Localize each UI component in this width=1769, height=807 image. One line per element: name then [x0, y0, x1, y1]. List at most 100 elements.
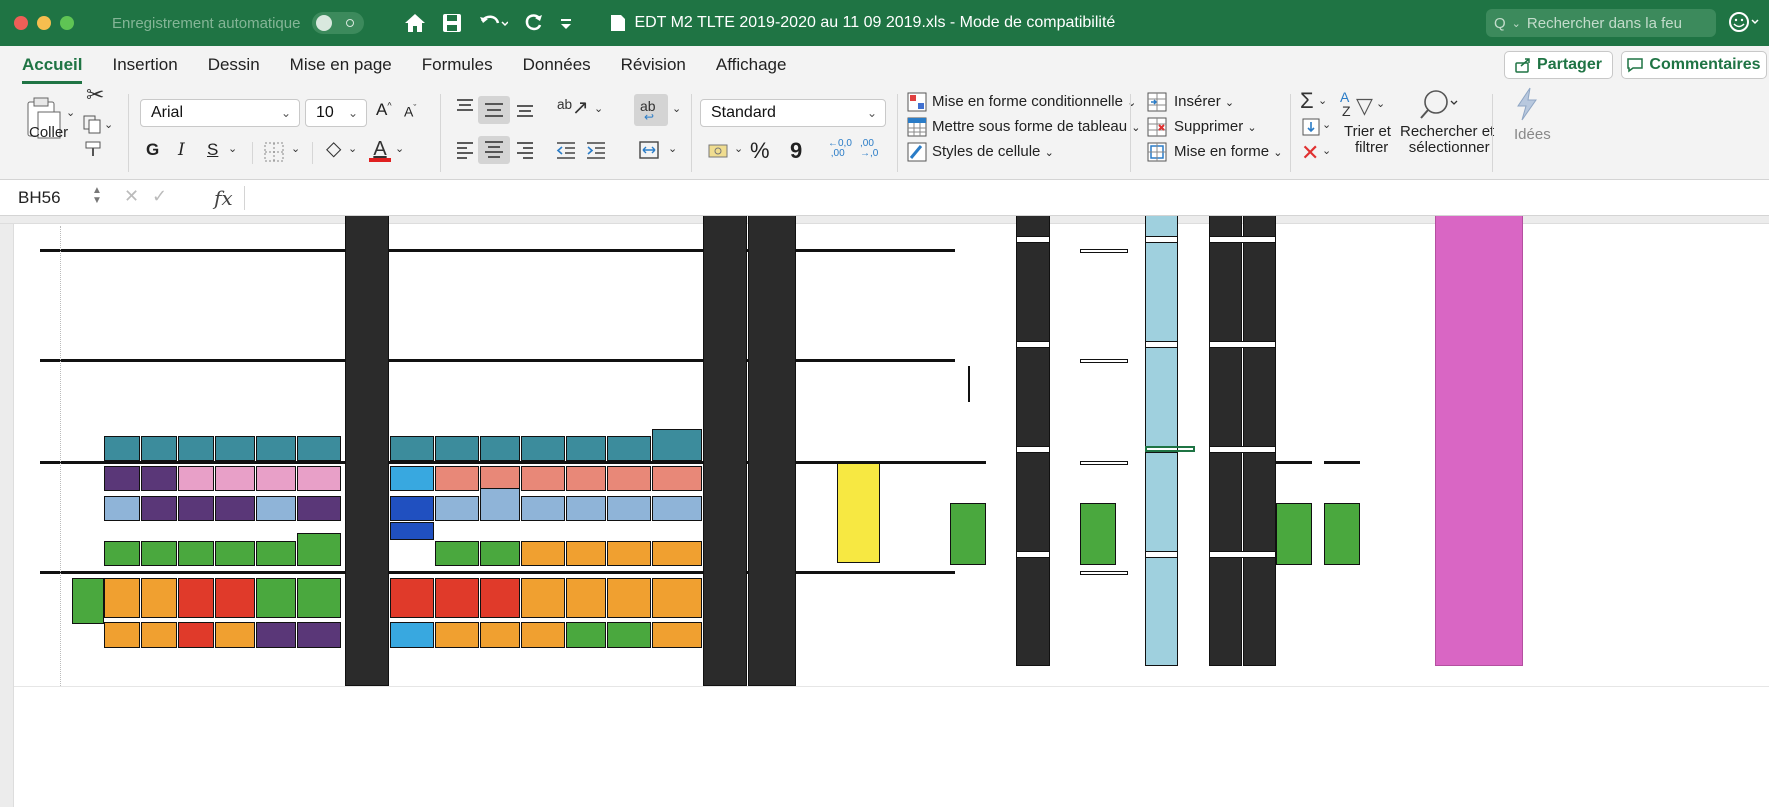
schedule-cell[interactable]: [521, 466, 565, 491]
insert-cells-icon[interactable]: [1147, 92, 1167, 112]
autosum-dropdown-icon[interactable]: ⌄: [1318, 96, 1327, 107]
clear-icon[interactable]: ✕: [1301, 142, 1319, 164]
find-select-button[interactable]: Rechercher et sélectionner: [1400, 124, 1494, 156]
comments-button[interactable]: Commentaires: [1621, 51, 1767, 79]
borders-icon[interactable]: [263, 141, 285, 163]
schedule-cell[interactable]: [256, 436, 296, 461]
thousands-separator-button[interactable]: 9: [790, 138, 802, 164]
schedule-cell[interactable]: [521, 622, 565, 648]
schedule-cell[interactable]: [141, 436, 177, 461]
font-color-icon[interactable]: A: [369, 138, 391, 162]
tab-affichage[interactable]: Affichage: [716, 55, 787, 75]
schedule-cell[interactable]: [566, 541, 606, 566]
green-event-block[interactable]: [950, 503, 986, 565]
orientation-dropdown-icon[interactable]: ⌄: [594, 104, 603, 115]
tab-accueil[interactable]: Accueil: [22, 55, 83, 84]
schedule-cell[interactable]: [607, 622, 651, 648]
schedule-cell[interactable]: [104, 466, 140, 491]
schedule-cell[interactable]: [215, 622, 255, 648]
schedule-cell[interactable]: [390, 522, 434, 540]
sheet-grid[interactable]: [0, 216, 1769, 807]
schedule-cell[interactable]: [178, 496, 214, 521]
insert-cells-button[interactable]: Insérer ⌄: [1174, 93, 1234, 110]
align-middle-button[interactable]: [478, 96, 510, 124]
minimize-window-button[interactable]: [37, 16, 51, 30]
schedule-cell[interactable]: [390, 578, 434, 618]
yellow-event-block[interactable]: [837, 463, 880, 563]
schedule-cell[interactable]: [141, 466, 177, 491]
green-event-block[interactable]: [1080, 503, 1116, 565]
cut-icon[interactable]: ✂: [86, 84, 104, 106]
schedule-cell[interactable]: [141, 496, 177, 521]
schedule-cell[interactable]: [178, 622, 214, 648]
schedule-cell[interactable]: [607, 436, 651, 461]
insert-function-icon[interactable]: fx: [214, 186, 233, 210]
merge-dropdown-icon[interactable]: ⌄: [668, 144, 677, 155]
paste-label[interactable]: Coller: [29, 124, 68, 141]
decrease-indent-icon[interactable]: [555, 140, 577, 160]
schedule-cell[interactable]: [141, 622, 177, 648]
schedule-cell[interactable]: [607, 578, 651, 618]
schedule-cell[interactable]: [607, 466, 651, 491]
name-box-stepper[interactable]: ▲ ▼: [92, 186, 102, 206]
format-cells-button[interactable]: Mise en forme ⌄: [1174, 143, 1282, 160]
schedule-cell[interactable]: [390, 622, 434, 648]
schedule-cell[interactable]: [178, 466, 214, 491]
fill-down-icon[interactable]: [1302, 118, 1320, 136]
find-select-icon[interactable]: [1418, 88, 1458, 120]
increase-font-button[interactable]: A^: [376, 100, 392, 120]
italic-button[interactable]: I: [178, 140, 185, 160]
schedule-cell[interactable]: [607, 541, 651, 566]
cancel-formula-icon[interactable]: ✕: [124, 186, 139, 207]
align-bottom-icon[interactable]: [515, 100, 535, 120]
font-size-combo[interactable]: 10 ⌄: [305, 99, 367, 127]
schedule-cell[interactable]: [566, 436, 606, 461]
schedule-cell[interactable]: [297, 436, 341, 461]
selected-cell[interactable]: [1145, 446, 1195, 452]
schedule-cell[interactable]: [297, 496, 341, 521]
schedule-cell[interactable]: [435, 578, 479, 618]
align-left-icon[interactable]: [455, 140, 475, 160]
close-window-button[interactable]: [14, 16, 28, 30]
schedule-cell[interactable]: [521, 436, 565, 461]
clear-dropdown-icon[interactable]: ⌄: [1322, 146, 1331, 157]
autosave-toggle[interactable]: [312, 12, 365, 34]
merge-center-icon[interactable]: [638, 140, 660, 160]
schedule-cell[interactable]: [566, 622, 606, 648]
tab-insertion[interactable]: Insertion: [112, 55, 177, 75]
share-button[interactable]: Partager: [1504, 51, 1613, 79]
schedule-cell[interactable]: [215, 436, 255, 461]
schedule-cell[interactable]: [141, 578, 177, 618]
customize-toolbar-icon[interactable]: [560, 16, 572, 30]
ideas-icon[interactable]: [1514, 86, 1540, 122]
schedule-cell[interactable]: [652, 541, 702, 566]
fill-dropdown-icon[interactable]: ⌄: [1322, 120, 1331, 131]
copy-dropdown-icon[interactable]: ⌄: [104, 120, 113, 131]
conditional-format-icon[interactable]: [907, 92, 927, 112]
increase-decimal-button[interactable]: ←0,0 ,00: [828, 139, 852, 159]
schedule-cell[interactable]: [435, 436, 479, 461]
schedule-cell[interactable]: [256, 578, 296, 618]
orientation-icon[interactable]: ᵃᵇ↗: [557, 98, 589, 118]
increase-indent-icon[interactable]: [585, 140, 607, 160]
schedule-cell[interactable]: [566, 496, 606, 521]
schedule-cell[interactable]: [435, 541, 479, 566]
schedule-cell[interactable]: [104, 496, 140, 521]
schedule-cell[interactable]: [104, 622, 140, 648]
schedule-cell[interactable]: [652, 578, 702, 618]
schedule-cell[interactable]: [652, 622, 702, 648]
tab-mise-en-page[interactable]: Mise en page: [290, 55, 392, 75]
schedule-cell[interactable]: [480, 488, 520, 521]
underline-button[interactable]: S: [207, 140, 218, 160]
schedule-cell[interactable]: [652, 466, 702, 491]
autosum-icon[interactable]: Σ: [1300, 90, 1314, 112]
schedule-cell[interactable]: [72, 578, 104, 624]
schedule-cell[interactable]: [566, 578, 606, 618]
green-event-block[interactable]: [1276, 503, 1312, 565]
number-format-combo[interactable]: Standard ⌄: [700, 99, 886, 127]
confirm-formula-icon[interactable]: ✓: [152, 186, 167, 207]
feedback-smiley-icon[interactable]: [1728, 11, 1762, 35]
schedule-cell[interactable]: [178, 436, 214, 461]
format-table-button[interactable]: Mettre sous forme de tableau ⌄: [932, 118, 1141, 135]
formula-input[interactable]: [250, 184, 1760, 212]
